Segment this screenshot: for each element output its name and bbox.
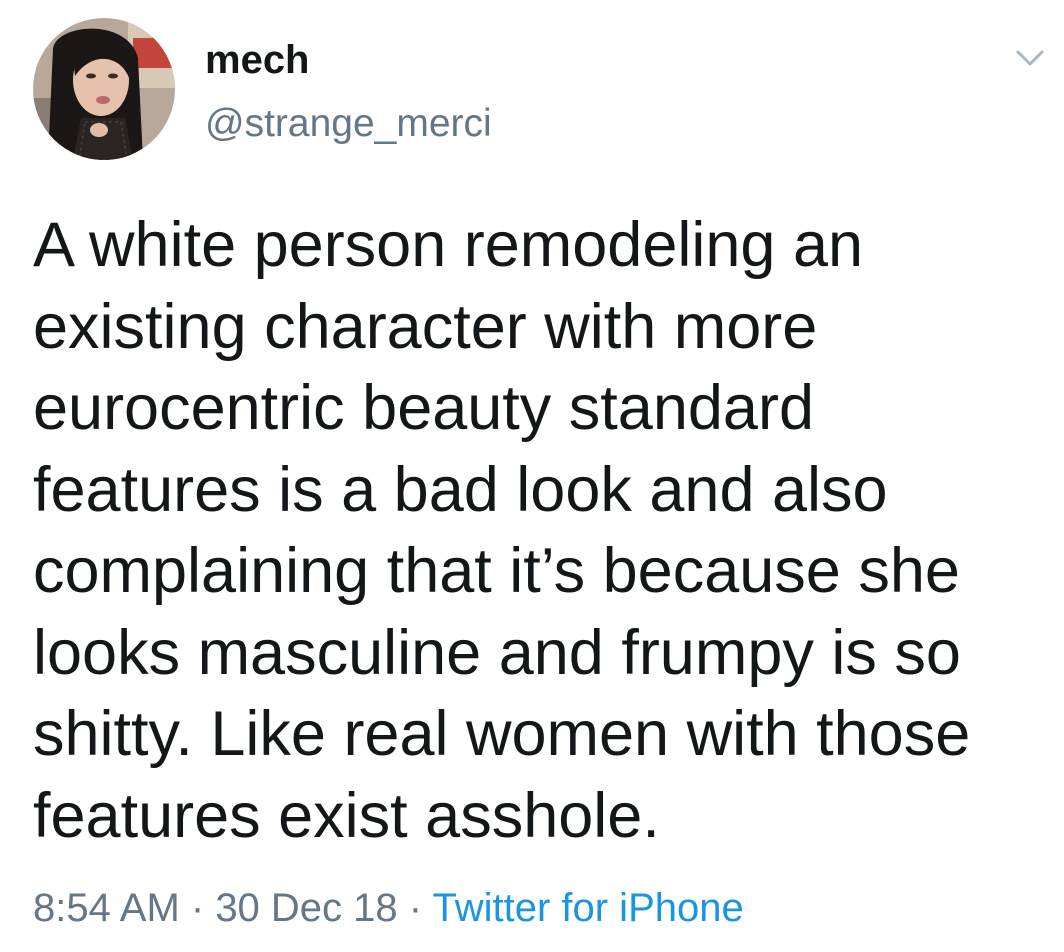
meta-separator: ·: [397, 886, 433, 930]
tweet-text: A white person remodeling an existing ch…: [33, 205, 1043, 857]
meta-separator: ·: [179, 886, 216, 930]
tweet-source-link[interactable]: Twitter for iPhone: [432, 886, 743, 930]
tweet-text-line: complaining that it’s because she: [33, 536, 960, 606]
tweet-text-line: shitty. Like real women with those: [33, 699, 971, 769]
display-name[interactable]: mech: [205, 36, 310, 84]
avatar[interactable]: [33, 18, 175, 160]
tweet-time: 8:54 AM: [33, 886, 180, 930]
tweet-text-line: looks masculine and frumpy is so: [33, 617, 961, 688]
user-handle[interactable]: @strange_merci: [205, 100, 492, 148]
tweet-text-line: features is a bad look and also: [33, 454, 888, 525]
tweet-text-line: eurocentric beauty standard: [33, 373, 814, 443]
tweet-text-line: existing character with more: [33, 291, 818, 362]
chevron-down-icon[interactable]: [1010, 42, 1050, 76]
tweet-text-line: A white person remodeling an: [33, 210, 864, 280]
tweet-text-line: features exist asshole.: [33, 780, 660, 851]
tweet-card: mech @strange_merci A white person remod…: [0, 0, 1064, 952]
avatar-image: [33, 18, 175, 160]
tweet-date: 30 Dec 18: [215, 886, 398, 930]
tweet-meta: 8:54 AM · 30 Dec 18 · Twitter for iPhone: [33, 884, 744, 932]
